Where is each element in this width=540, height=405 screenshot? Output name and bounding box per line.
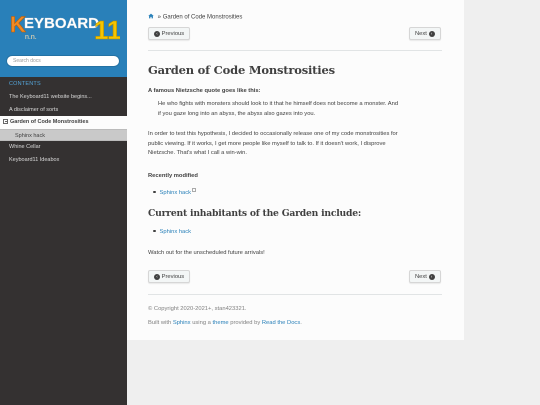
site-logo[interactable]: K EYBOARD 11 n.n. (8, 8, 120, 48)
sidebar-item-garden[interactable]: Garden of Code Monstrosities (0, 116, 127, 129)
sidebar-header: K EYBOARD 11 n.n. Search docs (0, 0, 127, 77)
breadcrumb-separator: » (157, 14, 162, 21)
paragraph-line: In order to test this hypothesis, I deci… (148, 131, 398, 137)
recent-link[interactable]: Sphinx hack (160, 190, 192, 196)
sidebar-item-whine-cellar[interactable]: Whine Cellar (0, 141, 127, 154)
sidebar-nav: The Keyboard11 website begins... A discl… (0, 91, 127, 166)
built-with: Built with Sphinx using a theme provided… (148, 320, 302, 326)
previous-label: Previous (161, 274, 185, 280)
breadcrumb-current: Garden of Code Monstrosities (162, 14, 243, 21)
quote-line: He who fights with monsters should look … (158, 101, 399, 107)
next-label: Next (415, 274, 427, 280)
contents-caption: CONTENTS (9, 81, 41, 87)
home-icon[interactable] (148, 13, 154, 19)
list-item: Sphinx hack (153, 229, 191, 235)
next-button-top[interactable]: Next › (409, 27, 441, 40)
paragraph: In order to test this hypothesis, I deci… (148, 130, 444, 159)
sidebar-item-label: Garden of Code Monstrosities (10, 119, 89, 125)
svg-text:EYBOARD: EYBOARD (24, 15, 99, 32)
inhabitant-link[interactable]: Sphinx hack (160, 229, 192, 235)
divider (148, 50, 442, 51)
blockquote: He who fights with monsters should look … (158, 100, 442, 119)
rtd-link[interactable]: Read the Docs (262, 320, 300, 326)
copyright: © Copyright 2020-2021+, stan423321. (148, 306, 247, 312)
previous-button-top[interactable]: ‹ Previous (148, 27, 191, 40)
svg-text:n.n.: n.n. (25, 34, 37, 41)
section-heading: Current inhabitants of the Garden includ… (148, 208, 362, 219)
quote-line: if you gaze long into an abyss, the abys… (158, 110, 316, 117)
collapse-icon[interactable] (3, 118, 8, 124)
sidebar-item-ideabox[interactable]: Keyboard11 Ideabox (0, 154, 127, 167)
page-title: Garden of Code Monstrosities (148, 63, 335, 77)
previous-label: Previous (161, 31, 185, 37)
next-label: Next (415, 31, 427, 37)
sphinx-link[interactable]: Sphinx (173, 320, 191, 326)
breadcrumb: » Garden of Code Monstrosities (148, 13, 242, 21)
closing-text: Watch out for the unscheduled future arr… (148, 250, 265, 256)
next-button-bottom[interactable]: Next › (409, 270, 441, 283)
sidebar-item-sphinx-hack[interactable]: Sphinx hack (0, 128, 127, 141)
sidebar-item-disclaimer[interactable]: A disclaimer of sorts (0, 104, 127, 117)
period: . (300, 320, 302, 326)
sidebar: K EYBOARD 11 n.n. Search docs CONTENTS T… (0, 0, 127, 405)
arrow-circle-right-icon: › (428, 31, 435, 38)
arrow-circle-right-icon: › (428, 274, 435, 281)
arrow-circle-left-icon: ‹ (154, 31, 160, 38)
arrow-circle-left-icon: ‹ (154, 274, 160, 281)
paragraph-line: public viewing. If it works, I get more … (148, 140, 386, 147)
svg-text:11: 11 (94, 15, 120, 45)
main-content: » Garden of Code Monstrosities ‹ Previou… (127, 0, 464, 340)
provided-text: provided by (230, 320, 261, 326)
external-link-icon (192, 188, 197, 192)
bullet (153, 190, 156, 193)
sidebar-item-website-begins[interactable]: The Keyboard11 website begins... (0, 91, 127, 104)
search-input[interactable]: Search docs (6, 55, 120, 67)
theme-link[interactable]: theme (213, 320, 229, 326)
divider (148, 294, 442, 295)
built-prefix: Built with (148, 320, 172, 326)
previous-button-bottom[interactable]: ‹ Previous (148, 270, 191, 283)
list-item: Sphinx hack (153, 188, 197, 196)
paragraph-line: Nietzsche. That's what I call a win-win. (148, 150, 247, 156)
recent-heading: Recently modified (148, 173, 198, 179)
bullet (153, 229, 156, 232)
using-text: using a (192, 320, 211, 326)
quote-intro: A famous Nietzsche quote goes like this: (148, 88, 261, 94)
